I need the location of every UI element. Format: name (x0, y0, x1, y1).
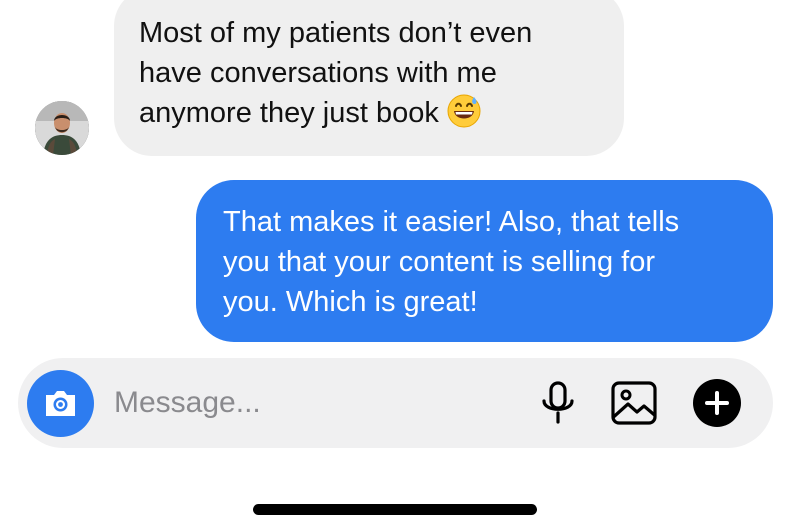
outgoing-message-line: you. Which is great! (223, 286, 478, 318)
incoming-message-line: anymore they just book (139, 93, 604, 139)
gallery-button[interactable] (610, 380, 658, 426)
camera-button[interactable] (27, 370, 94, 437)
outgoing-message-line: That makes it easier! Also, that tells (223, 206, 680, 238)
incoming-message-line: have conversations with me (139, 57, 497, 89)
gallery-icon (611, 381, 657, 425)
grinning-face-with-sweat-icon (447, 94, 481, 139)
message-input[interactable] (114, 382, 494, 424)
plus-icon (705, 391, 729, 415)
camera-icon (46, 391, 75, 416)
outgoing-message-line: you that your content is selling for (223, 246, 656, 278)
microphone-icon (542, 381, 574, 424)
add-button[interactable] (693, 379, 741, 427)
incoming-message-line: Most of my patients don’t even (139, 17, 533, 49)
microphone-button[interactable] (538, 380, 578, 426)
incoming-message-text: anymore they just book (139, 97, 439, 129)
home-indicator[interactable] (253, 504, 537, 515)
incoming-message-bubble[interactable]: Most of my patients don’t even have conv… (114, 0, 624, 156)
message-composer (18, 358, 773, 448)
avatar-photo (35, 101, 89, 155)
chat-screen: Most of my patients don’t even have conv… (0, 0, 789, 532)
sender-avatar[interactable] (35, 101, 89, 155)
outgoing-message-bubble[interactable]: That makes it easier! Also, that tells y… (196, 180, 773, 342)
